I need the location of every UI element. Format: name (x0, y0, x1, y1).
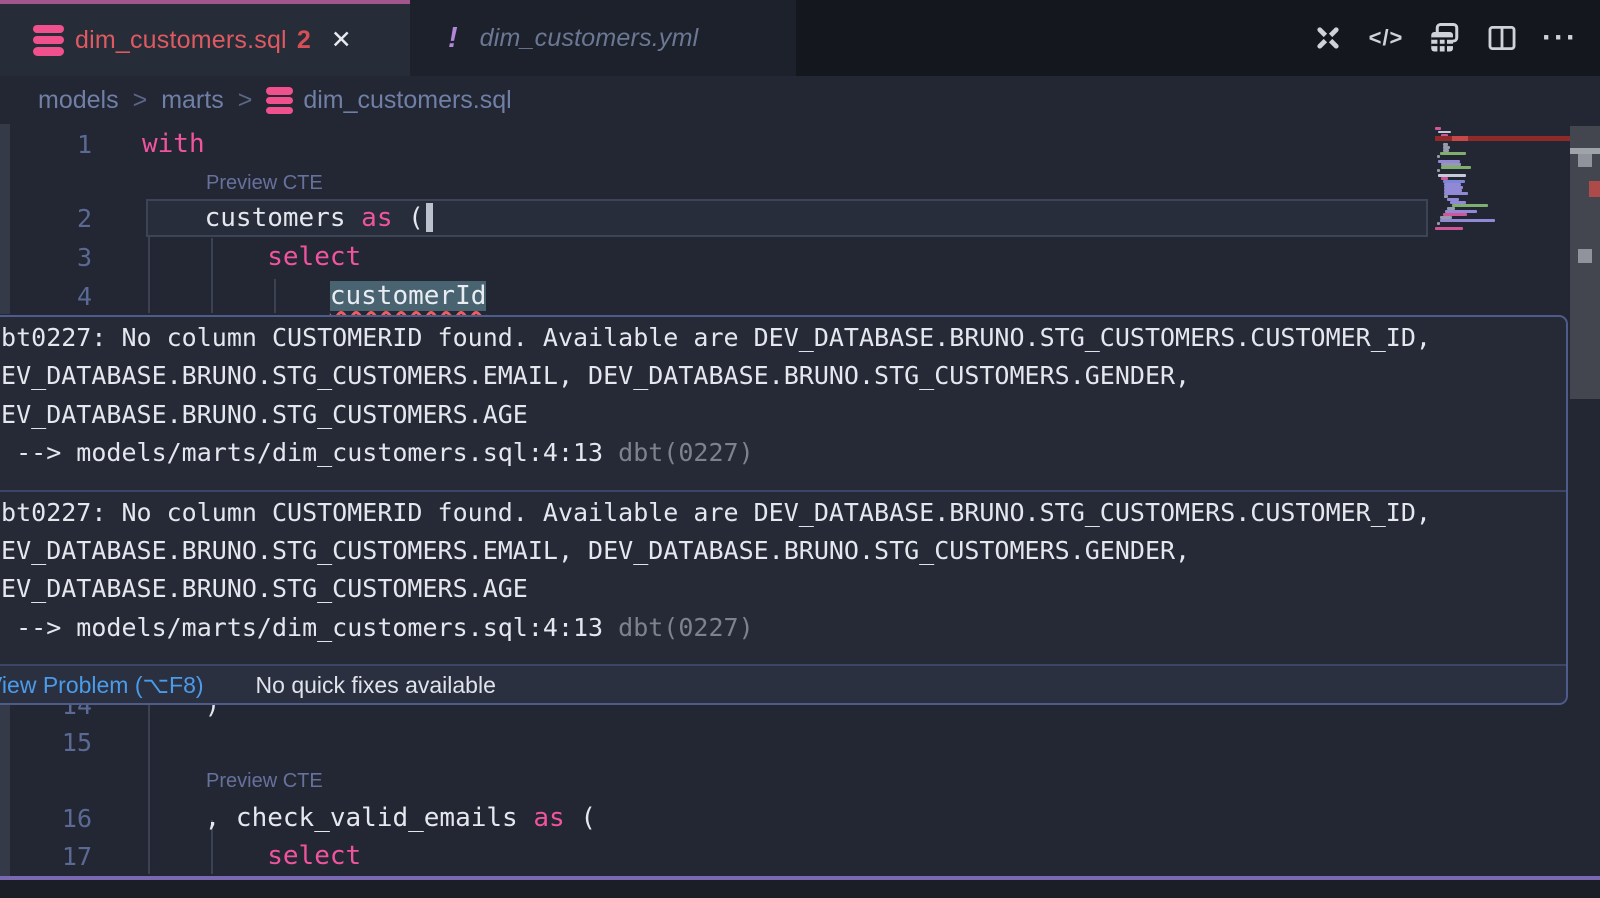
code-line-17[interactable]: 17 select (0, 837, 1600, 876)
editor-actions: </> (1310, 0, 1578, 76)
minimap-error-word (1452, 136, 1468, 141)
tab-label: dim_customers.sql (75, 26, 287, 55)
line-number: 16 (0, 799, 92, 838)
minimap-code-line (1438, 131, 1451, 134)
code-text: select (142, 238, 361, 277)
diagnostic-source: dbt(0227) (618, 438, 753, 467)
line-number: 15 (0, 723, 92, 762)
minimap-code-line (1435, 127, 1441, 130)
view-problem-link[interactable]: View Problem (⌥F8) (0, 672, 204, 699)
breadcrumb-models[interactable]: models (38, 86, 119, 115)
minimap-code-line (1440, 219, 1495, 222)
error-token: customerId (330, 281, 487, 311)
close-icon[interactable]: ✕ (331, 28, 352, 53)
hover-diagnostic-block: dbt0227: No column CUSTOMERID found. Ava… (0, 492, 1566, 665)
diagnostic-text: DEV_DATABASE.BRUNO.STG_CUSTOMERS.EMAIL, … (0, 532, 1566, 570)
minimap-code-line (1441, 166, 1471, 169)
overview-ruler-error-mark (1589, 181, 1600, 197)
chevron-right-icon: > (238, 86, 253, 115)
code-line-16[interactable]: 16 , check_valid_emails as ( (0, 799, 1600, 838)
line-number: 17 (0, 837, 92, 876)
more-actions-icon[interactable]: ··· (1542, 20, 1578, 56)
code-line-15[interactable]: 15 (0, 723, 1600, 762)
warning-icon: ! (448, 22, 458, 55)
overview-ruler-mark (1578, 154, 1592, 167)
database-icon (33, 25, 64, 56)
breadcrumb-file[interactable]: dim_customers.sql (303, 86, 511, 115)
compiled-code-icon[interactable]: </> (1368, 20, 1404, 56)
minimap-code-line (1440, 152, 1466, 155)
line-number: 2 (0, 199, 92, 238)
database-icon (266, 87, 293, 114)
minimap-code-line (1452, 204, 1488, 207)
diagnostic-location: --> models/marts/dim_customers.sql:4:13 … (0, 434, 1566, 472)
diagnostic-text: dbt0227: No column CUSTOMERID found. Ava… (0, 319, 1566, 357)
no-quick-fixes-label: No quick fixes available (256, 672, 496, 699)
minimap-code-line (1437, 155, 1440, 158)
minimap-code-line (1437, 169, 1440, 172)
diagnostic-text: dbt0227: No column CUSTOMERID found. Ava… (0, 494, 1566, 532)
diagnostic-source: dbt(0227) (618, 613, 753, 642)
code-line-2[interactable]: 2 customers as ( (0, 199, 1600, 238)
line-number: 4 (0, 277, 92, 316)
error-hover-popup: dbt0227: No column CUSTOMERID found. Ava… (0, 315, 1568, 705)
code-line-3[interactable]: 3 select (0, 238, 1600, 277)
codelens-preview-cte[interactable]: Preview CTE (206, 766, 323, 796)
hover-diagnostic-block: dbt0227: No column CUSTOMERID found. Ava… (0, 317, 1566, 490)
tab-label: dim_customers.yml (480, 24, 699, 53)
code-text: customerId (142, 277, 486, 316)
line-number: 3 (0, 238, 92, 277)
split-editor-icon[interactable] (1484, 20, 1520, 56)
text-cursor (426, 203, 433, 232)
diagnostic-text: DEV_DATABASE.BRUNO.STG_CUSTOMERS.AGE (0, 396, 1566, 434)
diagnostic-location: --> models/marts/dim_customers.sql:4:13 … (0, 609, 1566, 647)
minimap-code-line (1437, 222, 1440, 225)
query-results-icon[interactable] (1426, 20, 1462, 56)
diagnostic-text: DEV_DATABASE.BRUNO.STG_CUSTOMERS.AGE (0, 570, 1566, 608)
minimap[interactable] (1433, 124, 1573, 312)
tab-dim-customers-yml[interactable]: ! dim_customers.yml (410, 0, 796, 76)
hover-footer: View Problem (⌥F8) No quick fixes availa… (0, 664, 1566, 704)
codelens-preview-cte[interactable]: Preview CTE (206, 168, 323, 198)
code-text: customers as ( (142, 199, 433, 238)
hover-diagnostics: dbt0227: No column CUSTOMERID found. Ava… (0, 317, 1566, 664)
dbt-extension-icon[interactable] (1310, 20, 1346, 56)
tab-bar: dim_customers.sql 2 ✕ ! dim_customers.ym… (0, 0, 1600, 76)
editor-window: dim_customers.sql 2 ✕ ! dim_customers.ym… (0, 0, 1600, 898)
tab-dirty-badge: 2 (297, 26, 311, 55)
code-text: with (142, 125, 205, 164)
breadcrumb-marts[interactable]: marts (161, 86, 224, 115)
code-text: select (142, 837, 361, 876)
code-line-4[interactable]: 4 customerId (0, 277, 1600, 316)
minimap-code-line (1435, 227, 1463, 230)
overview-ruler-mark (1578, 249, 1592, 263)
breadcrumb: models > marts > dim_customers.sql (0, 76, 1600, 125)
window-bottom-strip (0, 880, 1600, 898)
tab-dim-customers-sql[interactable]: dim_customers.sql 2 ✕ (0, 0, 410, 76)
code-text: , check_valid_emails as ( (142, 799, 596, 838)
line-number: 1 (0, 125, 92, 164)
code-line-1[interactable]: 1 with (0, 125, 1600, 164)
diagnostic-text: DEV_DATABASE.BRUNO.STG_CUSTOMERS.EMAIL, … (0, 357, 1566, 395)
chevron-right-icon: > (133, 86, 148, 115)
